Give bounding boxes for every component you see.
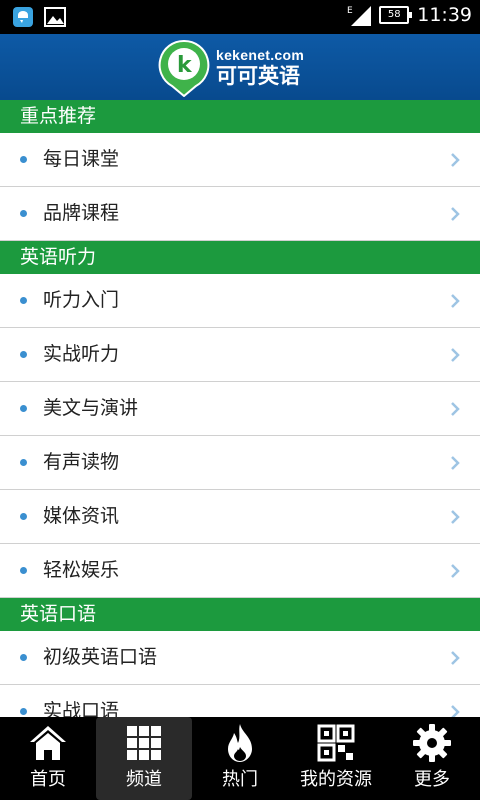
list-item-label: 美文与演讲 [43, 397, 139, 419]
battery-icon: 58 [379, 6, 413, 24]
list-item[interactable]: 轻松娱乐 [0, 544, 480, 598]
nav-hot[interactable]: 热门 [192, 717, 288, 800]
chevron-right-icon [451, 348, 460, 362]
list-item[interactable]: 初级英语口语 [0, 631, 480, 685]
bullet-icon [20, 210, 27, 217]
bullet-icon [20, 459, 27, 466]
grid-icon [127, 726, 161, 760]
bullet-icon [20, 297, 27, 304]
section-header-speaking: 英语口语 [0, 598, 480, 631]
nav-my-resources[interactable]: 我的资源 [288, 717, 384, 800]
chevron-right-icon [451, 705, 460, 717]
list-item[interactable]: 美文与演讲 [0, 382, 480, 436]
nav-more-label: 更多 [414, 769, 450, 790]
bullet-icon [20, 156, 27, 163]
nav-channels-label: 频道 [126, 769, 162, 790]
nav-hot-label: 热门 [222, 769, 258, 790]
nav-my-resources-label: 我的资源 [300, 769, 372, 790]
list-item-label: 轻松娱乐 [43, 559, 120, 581]
app-header: k kekenet.com 可可英语 [0, 34, 480, 100]
nav-more[interactable]: 更多 [384, 717, 480, 800]
nav-home[interactable]: 首页 [0, 717, 96, 800]
signal-icon: E [347, 6, 372, 26]
channel-list[interactable]: 重点推荐 每日课堂 品牌课程 英语听力 听力入门 实战听力 美文与演讲 有声读物… [0, 100, 480, 717]
chevron-right-icon [451, 456, 460, 470]
bullet-icon [20, 567, 27, 574]
app-logo: k kekenet.com 可可英语 [158, 39, 304, 97]
bullet-icon [20, 654, 27, 661]
list-item[interactable]: 听力入门 [0, 274, 480, 328]
chevron-right-icon [451, 651, 460, 665]
flame-icon [228, 724, 252, 762]
logo-domain: kekenet.com [216, 47, 305, 63]
list-item[interactable]: 媒体资讯 [0, 490, 480, 544]
bullet-icon [20, 351, 27, 358]
status-bar: E 58 11:39 [0, 0, 480, 34]
clock: 11:39 [417, 4, 472, 26]
list-item[interactable]: 实战听力 [0, 328, 480, 382]
chevron-right-icon [451, 207, 460, 221]
chevron-right-icon [451, 153, 460, 167]
gear-icon [413, 724, 451, 762]
section-header-listening: 英语听力 [0, 241, 480, 274]
list-item-label: 实战听力 [43, 343, 120, 365]
kekenet-logo-icon: k [158, 39, 210, 97]
bottom-nav: 首页 频道 热门 我的资源 更多 [0, 717, 480, 800]
list-item[interactable]: 实战口语 [0, 685, 480, 717]
list-item-label: 初级英语口语 [43, 646, 158, 668]
chat-notification-icon [13, 7, 33, 27]
chevron-right-icon [451, 510, 460, 524]
bullet-icon [20, 405, 27, 412]
svg-text:E: E [347, 6, 353, 16]
chevron-right-icon [451, 402, 460, 416]
bullet-icon [20, 513, 27, 520]
list-item-label: 实战口语 [43, 700, 120, 717]
svg-text:k: k [177, 53, 193, 78]
list-item[interactable]: 有声读物 [0, 436, 480, 490]
bullet-icon [20, 708, 27, 715]
nav-home-label: 首页 [30, 769, 66, 790]
logo-brand: 可可英语 [216, 64, 300, 88]
list-item-label: 品牌课程 [43, 202, 120, 224]
list-item-label: 每日课堂 [43, 148, 120, 170]
chevron-right-icon [451, 294, 460, 308]
list-item-label: 媒体资讯 [43, 505, 120, 527]
qr-icon [317, 724, 355, 762]
list-item[interactable]: 每日课堂 [0, 133, 480, 187]
list-item-label: 有声读物 [43, 451, 120, 473]
section-header-featured: 重点推荐 [0, 100, 480, 133]
image-notification-icon [44, 7, 66, 27]
list-item-label: 听力入门 [43, 289, 120, 311]
chevron-right-icon [451, 564, 460, 578]
home-icon [30, 726, 66, 760]
nav-channels[interactable]: 频道 [96, 717, 192, 800]
list-item[interactable]: 品牌课程 [0, 187, 480, 241]
